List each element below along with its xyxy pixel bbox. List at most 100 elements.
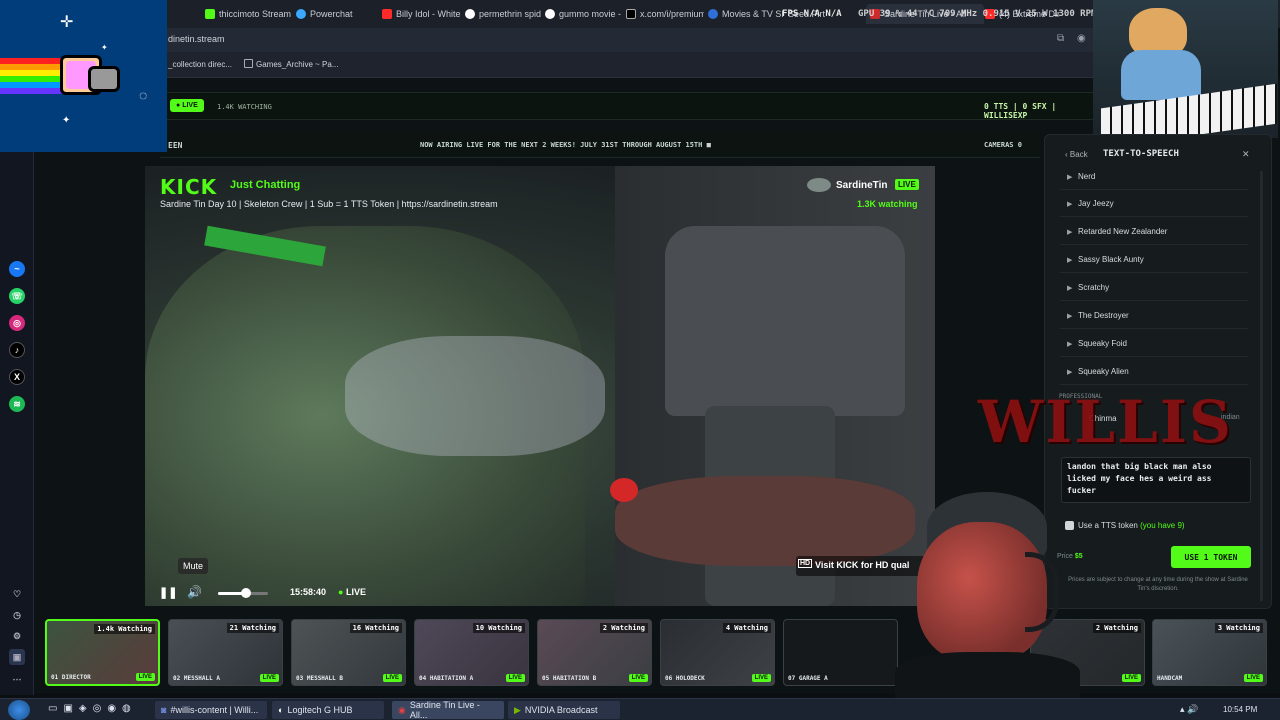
tts-message-input[interactable]: landon that big black man also licked my…	[1061, 457, 1251, 503]
messenger-icon[interactable]: ~	[9, 261, 25, 277]
camera-tile[interactable]: 1.4k Watching 01 DIRECTOR LIVE	[45, 619, 160, 686]
streamer-webcam	[895, 482, 1080, 698]
live-dot-icon: ●	[338, 587, 344, 597]
powerchat-icon	[296, 9, 306, 19]
voice-option[interactable]: ▶ Scratchy	[1060, 275, 1248, 301]
play-icon[interactable]: ▶	[1060, 228, 1078, 236]
fps-overlay: FPS N/A N/A	[782, 9, 842, 19]
tts-sfx-stats: 0 TTS | 0 SFX | WILLISEXP	[984, 102, 1057, 120]
kick-icon	[205, 9, 215, 19]
settings-icon[interactable]: ⚙	[9, 628, 25, 644]
camera-live-badge: LIVE	[1121, 674, 1141, 682]
play-icon[interactable]: ▶	[1060, 200, 1078, 208]
instagram-icon[interactable]: ◎	[9, 315, 25, 331]
bookmark-games-archive[interactable]: Games_Archive ~ Pa...	[256, 60, 338, 69]
volume-icon[interactable]: 🔊	[187, 585, 202, 599]
more-icon[interactable]: ⋯	[9, 671, 25, 687]
extensions-icon[interactable]: ▣	[9, 649, 25, 665]
category-label[interactable]: Just Chatting	[230, 179, 300, 191]
voice-option[interactable]: ▶ Retarded New Zealander	[1060, 219, 1248, 245]
spotify-icon[interactable]: ≋	[9, 396, 25, 412]
tts-title: TEXT-TO-SPEECH	[1103, 149, 1179, 159]
camera-watching: 21 Watching	[226, 623, 279, 633]
camera-live-badge: LIVE	[1243, 674, 1263, 682]
volume-slider[interactable]	[218, 588, 268, 598]
tray-icons[interactable]: ▴ 🔊	[1180, 704, 1198, 715]
channel-name[interactable]: SardineTin	[836, 180, 888, 191]
headset-icon	[1025, 552, 1059, 632]
camera-tile[interactable]: 10 Watching 04 HABITATION A LIVE	[414, 619, 529, 686]
tab-thiccimoto[interactable]: thiccimoto Stream	[205, 4, 293, 24]
play-icon[interactable]: ▶	[1060, 284, 1078, 292]
live-pill: ● LIVE	[170, 99, 204, 112]
play-icon[interactable]: ▶	[1060, 173, 1078, 181]
taskbar-discord[interactable]: ◙ #willis-content | Willi...	[155, 701, 267, 719]
camera-icon[interactable]: ◉	[1077, 33, 1086, 44]
camera-name: 06 HOLODECK	[665, 675, 705, 682]
bookmark-collection[interactable]: _collection direc...	[168, 60, 232, 69]
heart-icon[interactable]: ♡	[9, 586, 25, 602]
camera-tile[interactable]: 4 Watching 06 HOLODECK LIVE	[660, 619, 775, 686]
voice-option[interactable]: ▶ Sassy Black Aunty	[1060, 247, 1248, 273]
whatsapp-icon[interactable]: ☏	[9, 288, 25, 304]
browser-tab-bar: thiccimoto Stream Powerchat Billy Idol -…	[0, 0, 1280, 28]
tab-billy-idol[interactable]: Billy Idol - White	[382, 4, 462, 24]
sparkle-icon: ◌	[139, 87, 148, 103]
tab-movies-tv[interactable]: Movies & TV Sho	[708, 4, 784, 24]
camera-tile[interactable]: 2 Watching 05 HABITATION B LIVE	[537, 619, 652, 686]
fine-print: Prices are subject to change at any time…	[1068, 577, 1248, 592]
back-button[interactable]: ‹ Back	[1065, 150, 1088, 159]
taskbar-browser[interactable]: ◉ Sardine Tin Live - All...	[392, 700, 504, 720]
camera-tile[interactable]: 16 Watching 03 MESSHALL B LIVE	[291, 619, 406, 686]
taskbar-nvidia[interactable]: ▶ NVIDIA Broadcast	[508, 701, 620, 719]
globe-icon	[708, 9, 718, 19]
taskbar-logitech[interactable]: ◐ Logitech G HUB	[272, 701, 384, 719]
tiktok-icon[interactable]: ♪	[9, 342, 25, 358]
history-icon[interactable]: ◷	[9, 607, 25, 623]
live-indicator[interactable]: ● LIVE	[338, 587, 366, 597]
camera-live-badge: LIVE	[135, 673, 155, 681]
youtube-icon	[382, 9, 392, 19]
scrollbar[interactable]	[1260, 171, 1263, 601]
gpu-overlay: GPU 39 % 44 °C 709 MHz 0.915 V 25 W 1300…	[858, 9, 1097, 19]
camera-name: 05 HABITATION B	[542, 675, 597, 682]
play-icon[interactable]: ▶	[1060, 368, 1078, 376]
use-token-button[interactable]: USE 1 TOKEN	[1171, 546, 1251, 568]
video-player[interactable]: KICK Just Chatting Sardine Tin Day 10 | …	[145, 166, 935, 606]
camera-tile[interactable]: 07 GARAGE A	[783, 619, 898, 686]
voice-option[interactable]: ▶ Jay Jeezy	[1060, 191, 1248, 217]
logitech-icon: ◐	[278, 705, 284, 715]
bookmarks-bar: _collection direc... Games_Archive ~ Pa.…	[160, 52, 1095, 78]
address-bar[interactable]: dinetin.stream ⧉ ◉	[160, 28, 1095, 52]
camera-live-badge: LIVE	[751, 674, 771, 682]
tab-permethrin[interactable]: permethrin spide	[465, 4, 541, 24]
play-icon[interactable]: ▶	[1060, 312, 1078, 320]
voice-option[interactable]: ▶ Squeaky Foid	[1060, 331, 1248, 357]
ticker-left-label: EEN	[168, 141, 183, 150]
tab-gummo[interactable]: gummo movie - c	[545, 4, 623, 24]
camera-tile[interactable]: 21 Watching 02 MESSHALL A LIVE	[168, 619, 283, 686]
tab-powerchat[interactable]: Powerchat	[296, 4, 376, 24]
clock: 10:54 PM	[1223, 705, 1258, 714]
share-icon[interactable]: ⧉	[1057, 33, 1064, 44]
voice-option[interactable]: ▶ Squeaky Alien	[1060, 359, 1248, 385]
play-icon[interactable]: ▶	[1060, 256, 1078, 264]
close-icon[interactable]: ✕	[1242, 149, 1250, 160]
tab-x-premium[interactable]: x.com/i/premium	[626, 4, 704, 24]
voice-option[interactable]: ▶ Nerd	[1060, 164, 1248, 190]
start-button[interactable]	[8, 700, 30, 720]
left-icon-rail: ~ ☏ ◎ ♪ X ≋ ♡ ◷ ⚙ ▣ ⋯	[0, 150, 34, 695]
stream-title: Sardine Tin Day 10 | Skeleton Crew | 1 S…	[160, 199, 498, 209]
play-icon[interactable]: ▶	[1060, 340, 1078, 348]
x-icon[interactable]: X	[9, 369, 25, 385]
browser-icon: ◉	[398, 704, 406, 715]
camera-watching: 2 Watching	[599, 623, 648, 633]
camera-tile[interactable]: 3 Watching HANDCAM LIVE	[1152, 619, 1267, 686]
quick-launch-icons[interactable]: ▭▣◈◎◉◍	[48, 703, 137, 714]
voice-option[interactable]: ▶ The Destroyer	[1060, 303, 1248, 329]
live-badge: LIVE	[895, 179, 919, 190]
camera-live-badge: LIVE	[505, 674, 525, 682]
address-text: dinetin.stream	[168, 34, 225, 44]
volume-knob[interactable]	[240, 588, 251, 598]
pause-button[interactable]: ❚❚	[159, 586, 177, 599]
